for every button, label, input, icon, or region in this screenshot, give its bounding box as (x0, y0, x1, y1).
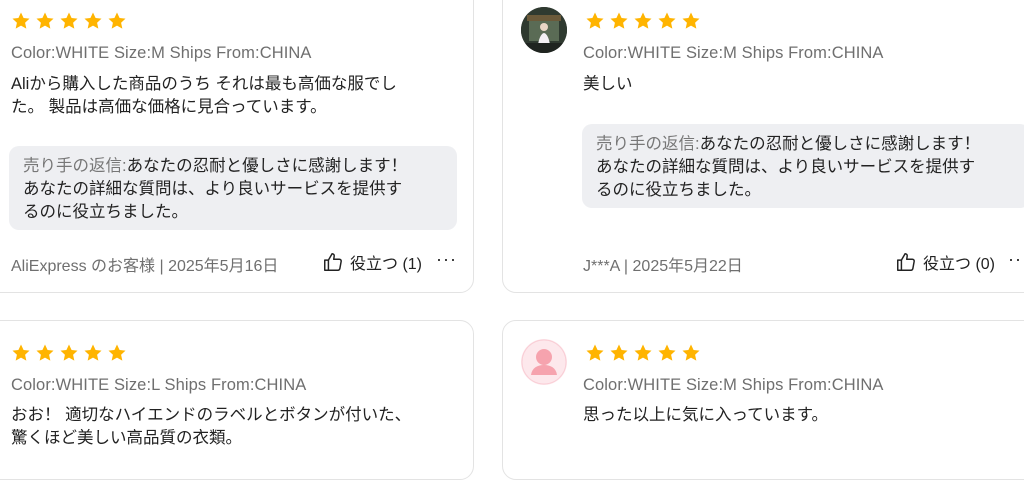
star-icon (107, 343, 127, 363)
helpful-button[interactable]: 役立つ (0) (895, 250, 995, 274)
review-author-date: J***A | 2025年5月22日 (583, 258, 743, 275)
star-icon (609, 343, 629, 363)
star-icon (585, 11, 605, 31)
seller-reply-text: るのに役立ちました。 (23, 203, 188, 221)
review-text-line: 驚くほど美しい高品質の衣類。 (11, 429, 242, 447)
star-icon (59, 11, 79, 31)
sku-info: Color:WHITE Size:M Ships From:CHINA (583, 44, 884, 62)
seller-reply-label: 売り手の返信: (596, 135, 700, 153)
sku-info: Color:WHITE Size:M Ships From:CHINA (583, 376, 884, 394)
star-icon (35, 11, 55, 31)
seller-reply: 売り手の返信:あなたの忍耐と優しさに感謝します！ あなたの詳細な質問は、より良い… (582, 124, 1024, 208)
seller-reply-text: るのに役立ちました。 (596, 181, 761, 199)
helpful-label: 役立つ (0) (923, 256, 996, 273)
seller-reply-text: あなたの詳細な質問は、より良いサービスを提供す (23, 180, 403, 198)
star-icon (585, 343, 605, 363)
star-icon (633, 11, 653, 31)
review-text-line: た。 製品は高価な価格に見合っています。 (11, 98, 327, 116)
rating-stars (585, 11, 701, 31)
review-author-date: AliExpress のお客様 | 2025年5月16日 (11, 258, 279, 275)
seller-reply-text: あなたの忍耐と優しさに感謝します！ (126, 157, 408, 175)
star-icon (681, 11, 701, 31)
star-icon (59, 343, 79, 363)
thumbs-up-icon (895, 251, 917, 273)
star-icon (107, 11, 127, 31)
review-text: 美しい (583, 75, 633, 93)
seller-reply-text: あなたの詳細な質問は、より良いサービスを提供す (596, 158, 976, 176)
star-icon (11, 11, 31, 31)
star-icon (681, 343, 701, 363)
star-icon (657, 11, 677, 31)
seller-reply-text: あなたの忍耐と優しさに感謝します！ (699, 135, 981, 153)
rating-stars (585, 343, 701, 363)
star-icon (35, 343, 55, 363)
review-card: Color:WHITE Size:M Ships From:CHINA 思った以… (502, 320, 1024, 480)
avatar-photo (521, 7, 567, 53)
rating-stars (11, 11, 127, 31)
star-icon (83, 343, 103, 363)
star-icon (609, 11, 629, 31)
star-icon (11, 343, 31, 363)
star-icon (633, 343, 653, 363)
sku-info: Color:WHITE Size:L Ships From:CHINA (11, 376, 307, 394)
thumbs-up-icon (322, 251, 344, 273)
avatar-icon[interactable] (521, 339, 567, 385)
seller-reply: 売り手の返信:あなたの忍耐と優しさに感謝します！ あなたの詳細な質問は、より良い… (9, 146, 457, 230)
star-icon (83, 11, 103, 31)
sku-info: Color:WHITE Size:M Ships From:CHINA (11, 44, 312, 62)
rating-stars (11, 343, 127, 363)
review-text: 思った以上に気に入っています。 (583, 406, 829, 424)
review-text: おお！ 適切なハイエンドのラベルとボタンが付いた、 驚くほど美しい高品質の衣類。 (11, 404, 451, 450)
more-icon[interactable]: ··· (1008, 249, 1024, 270)
helpful-label: 役立つ (1) (350, 256, 423, 273)
review-card: Color:WHITE Size:M Ships From:CHINA Aliか… (0, 0, 474, 293)
helpful-button[interactable]: 役立つ (1) (322, 250, 422, 274)
review-text-line: Aliから購入した商品のうち それは最も高価な服でし (11, 75, 397, 93)
review-text-line: おお！ 適切なハイエンドのラベルとボタンが付いた、 (11, 406, 412, 424)
review-card: Color:WHITE Size:L Ships From:CHINA おお！ … (0, 320, 474, 480)
seller-reply-label: 売り手の返信: (23, 157, 127, 175)
more-icon[interactable]: ··· (436, 249, 457, 270)
avatar[interactable] (521, 7, 567, 53)
review-card: Color:WHITE Size:M Ships From:CHINA 美しい … (502, 0, 1024, 293)
star-icon (657, 343, 677, 363)
review-text: Aliから購入した商品のうち それは最も高価な服でし た。 製品は高価な価格に見… (11, 73, 451, 119)
